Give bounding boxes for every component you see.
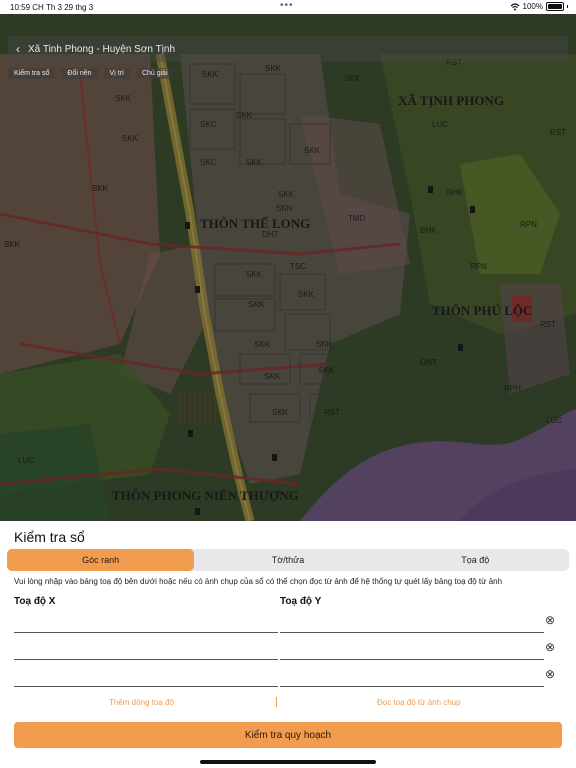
column-header-x: Toạ độ X <box>14 596 56 607</box>
map-zone-code: RPN <box>470 262 487 271</box>
add-row-button[interactable]: Thêm dòng toạ độ <box>109 698 174 707</box>
map-zone-code: SKK <box>202 70 219 79</box>
map-overlay <box>0 14 576 521</box>
map-zone-code: SKK <box>236 111 253 120</box>
map-zone-code: SKK <box>344 74 361 83</box>
coord-x-input[interactable] <box>14 616 278 633</box>
home-indicator <box>200 760 376 764</box>
map-zone-code: RPN <box>520 220 537 229</box>
map-zone-code: SKK <box>4 240 21 249</box>
wifi-icon <box>510 2 519 10</box>
sheet-title: Kiểm tra sổ <box>14 529 85 545</box>
clear-row-icon[interactable]: ⊗ <box>545 668 555 680</box>
map-zone-code: SKK <box>278 190 295 199</box>
map-zone-code: SKC <box>200 120 217 129</box>
map-zone-code: SKK <box>246 270 263 279</box>
status-time: 10:59 CH <box>10 3 44 12</box>
map-zone-code: TSC <box>290 262 306 271</box>
segmented-control: Góc ranh Tờ/thửa Tọa độ <box>7 549 569 571</box>
battery-icon <box>546 2 564 11</box>
map-zone-code: SKK <box>122 134 139 143</box>
map-place-name: THÔN PHONG NIÊN THƯỢNG <box>112 488 299 503</box>
column-header-y: Toạ độ Y <box>280 596 322 607</box>
map-zone-code: SKK <box>115 94 132 103</box>
map-place-name: XÃ TỊNH PHONG <box>398 93 504 108</box>
map-zone-code: LUC <box>18 456 35 465</box>
map-zone-code: SKK <box>248 300 265 309</box>
map-zone-code: SKK <box>318 366 335 375</box>
tab-sheet-parcel[interactable]: Tờ/thửa <box>194 549 381 571</box>
coord-y-input[interactable] <box>280 643 544 660</box>
status-right: 100% <box>510 2 568 11</box>
map-zone-code: SKN <box>276 204 293 213</box>
map-zone-code: BHK <box>420 226 437 235</box>
map-zone-code: SKK <box>246 158 263 167</box>
map-zone-code: SKK <box>298 290 315 299</box>
bottom-sheet: Kiểm tra sổ Góc ranh Tờ/thửa Tọa độ Vui … <box>0 521 576 768</box>
map-tab-basemap[interactable]: Đổi nền <box>61 68 98 79</box>
coord-y-input[interactable] <box>280 670 544 687</box>
status-bar: 10:59 CH Th 3 29 thg 3 ••• 100% <box>0 0 576 14</box>
map-zone-code: TMD <box>348 214 366 223</box>
map-zone-code: BHK <box>446 188 463 197</box>
tab-coordinates[interactable]: Tọa độ <box>382 549 569 571</box>
map-zone-code: RPH <box>504 384 521 393</box>
map-zone-code: SKC <box>200 158 217 167</box>
map-zone-code: DHT <box>262 230 279 239</box>
map-zone-code: SKK <box>264 372 281 381</box>
read-from-photo-button[interactable]: Đọc toạ độ từ ảnh chụp <box>377 698 461 707</box>
map-view[interactable]: XÃ TỊNH PHONG THÔN THẾ LONG THÔN PHÚ LỘC… <box>0 14 576 521</box>
map-zone-code: LUC <box>546 416 563 425</box>
map-toolbar: Kiểm tra sổ Đổi nền Vị trí Chú giải <box>8 68 174 79</box>
map-tab-check[interactable]: Kiểm tra sổ <box>8 68 56 79</box>
map-tab-legend[interactable]: Chú giải <box>135 68 174 79</box>
map-zone-code: RST <box>550 128 566 137</box>
map-zone-code: SKK <box>316 340 333 349</box>
map-header: ‹ Xã Tinh Phong - Huyện Sơn Tịnh <box>8 36 568 62</box>
map-zone-code: SKK <box>265 64 282 73</box>
check-planning-button[interactable]: Kiểm tra quy hoạch <box>14 722 562 748</box>
instruction-text: Vui lòng nhập vào bảng toạ độ bên dưới h… <box>14 577 503 586</box>
multitask-dots-icon[interactable]: ••• <box>280 0 294 11</box>
map-zone-code: LUC <box>432 120 449 129</box>
map-place-name: THÔN PHÚ LỘC <box>432 303 533 318</box>
map-zone-code: ONT <box>420 358 437 367</box>
battery-percent: 100% <box>522 2 543 11</box>
map-zone-code: SKK <box>272 408 289 417</box>
back-chevron-icon[interactable]: ‹ <box>8 42 28 56</box>
tab-corner[interactable]: Góc ranh <box>7 549 195 571</box>
coord-y-input[interactable] <box>280 616 544 633</box>
map-zone-code: RST <box>324 408 340 417</box>
map-zone-code: SKK <box>304 146 321 155</box>
coord-x-input[interactable] <box>14 670 278 687</box>
status-date: Th 3 29 thg 3 <box>46 3 94 12</box>
map-zone-code: SKK <box>254 340 271 349</box>
map-zone-code: SKK <box>92 184 109 193</box>
link-divider <box>276 697 277 707</box>
map-tab-location[interactable]: Vị trí <box>103 68 130 79</box>
map-zone-code: RST <box>540 320 556 329</box>
clear-row-icon[interactable]: ⊗ <box>545 641 555 653</box>
clear-row-icon[interactable]: ⊗ <box>545 614 555 626</box>
map-header-title: Xã Tinh Phong - Huyện Sơn Tịnh <box>28 43 176 55</box>
map-place-name: THÔN THẾ LONG <box>200 216 311 231</box>
coord-x-input[interactable] <box>14 643 278 660</box>
